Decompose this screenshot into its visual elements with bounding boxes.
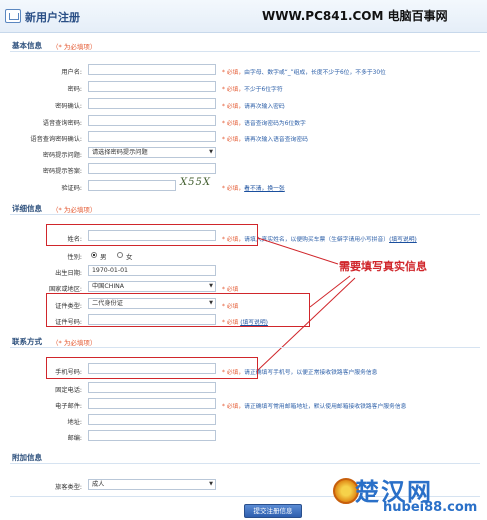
divider bbox=[10, 347, 480, 348]
address-input[interactable] bbox=[88, 414, 216, 425]
divider bbox=[10, 463, 480, 464]
dropdown-arrow-icon: ▼ bbox=[209, 481, 213, 487]
email-hint: * 必填，请正确填写常用邮箱地址，默认使用邮箱接收铁路客户服务信息 bbox=[222, 404, 407, 410]
passenger-type-label: 旅客类型: bbox=[55, 484, 82, 491]
zip-label: 邮编: bbox=[67, 435, 82, 442]
phone-label: 固定电话: bbox=[55, 387, 82, 394]
mobile-highlight-box bbox=[46, 357, 258, 379]
callout-lines bbox=[257, 237, 356, 371]
email-label: 电子邮件: bbox=[55, 403, 82, 410]
section-title-extra: 附加信息 bbox=[12, 453, 42, 462]
submit-button[interactable]: 提交注册信息 bbox=[244, 504, 302, 518]
required-note-contact: （* 为必填项） bbox=[52, 339, 97, 347]
section-title-contact: 联系方式 bbox=[12, 337, 42, 346]
zip-input[interactable] bbox=[88, 430, 216, 441]
watermark-url: hubei88.com bbox=[383, 500, 478, 515]
address-label: 地址: bbox=[67, 419, 82, 426]
phone-input[interactable] bbox=[88, 382, 216, 393]
email-input[interactable] bbox=[88, 398, 216, 409]
passenger-type-select[interactable]: 成人 ▼ bbox=[88, 479, 216, 490]
